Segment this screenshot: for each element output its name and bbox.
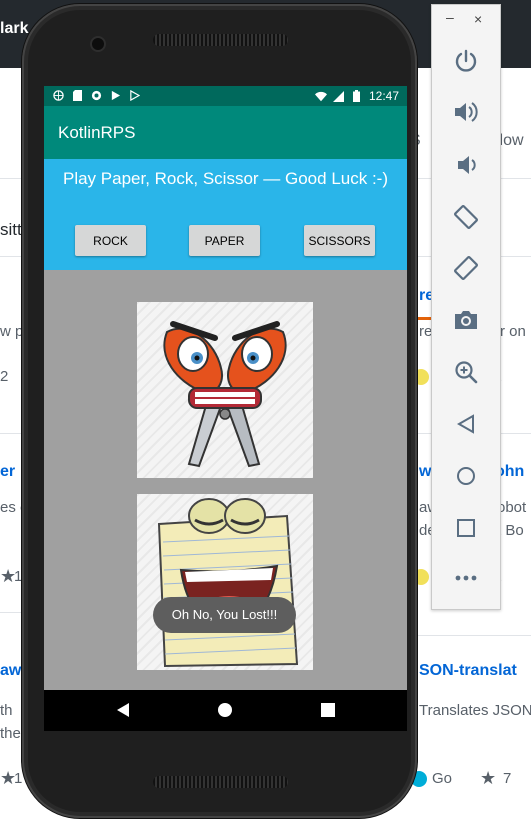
bg-desc: Translates JSON <box>419 702 531 719</box>
bg-divider <box>0 612 24 613</box>
camera-icon[interactable] <box>451 305 481 335</box>
star-icon: ★ <box>480 768 497 788</box>
zoom-icon[interactable] <box>451 357 481 387</box>
nav-back-icon[interactable] <box>111 698 135 722</box>
paper-card <box>137 494 313 670</box>
globe-icon <box>52 89 64 101</box>
phone-bezel: 12:47 KotlinRPS Play Paper, Rock, Scisso… <box>28 10 411 812</box>
power-icon[interactable] <box>451 46 481 76</box>
bg-desc: w p <box>0 323 24 340</box>
sd-card-icon <box>71 89 83 101</box>
rotate-right-icon[interactable] <box>451 253 481 283</box>
bg-repo-link[interactable]: SON-translat <box>419 662 517 680</box>
volume-up-icon[interactable] <box>451 97 481 127</box>
android-nav-bar <box>44 690 407 731</box>
top-speaker <box>153 34 288 46</box>
bg-star-count: 7 <box>503 770 512 787</box>
bottom-speaker <box>153 776 288 788</box>
game-area: Oh No, You Lost!!! <box>44 270 407 690</box>
signal-icon <box>333 90 345 102</box>
bg-desc: t Bo <box>497 522 524 539</box>
result-toast: Oh No, You Lost!!! <box>153 597 296 633</box>
bg-desc: obot <box>497 499 527 516</box>
status-bar: 12:47 <box>44 86 407 106</box>
paper-button[interactable]: PAPER <box>189 225 260 256</box>
bg-repo-link[interactable]: aw <box>0 662 21 680</box>
emulator-toolbar: – × <box>431 4 501 610</box>
overview-icon[interactable] <box>451 513 481 543</box>
back-icon[interactable] <box>451 409 481 439</box>
bg-divider <box>0 256 24 257</box>
play-store-icon <box>109 89 121 101</box>
bg-topbar-text: lark <box>0 20 29 37</box>
rotate-left-icon[interactable] <box>451 202 481 232</box>
close-button[interactable]: × <box>474 11 482 27</box>
camera-icon <box>92 38 104 50</box>
home-icon[interactable] <box>451 461 481 491</box>
app-bar: KotlinRPS <box>44 106 407 159</box>
scissors-button[interactable]: SCISSORS <box>304 225 375 256</box>
battery-icon <box>351 90 363 102</box>
app-title: KotlinRPS <box>58 123 136 142</box>
volume-down-icon[interactable] <box>451 150 481 180</box>
phone-frame: 12:47 KotlinRPS Play Paper, Rock, Scisso… <box>22 4 417 818</box>
bg-repo-link[interactable]: er <box>0 463 15 481</box>
wifi-icon <box>314 90 327 102</box>
minimize-button[interactable]: – <box>446 9 454 25</box>
game-headline: Play Paper, Rock, Scissor — Good Luck :-… <box>62 169 388 188</box>
bg-lang-label: Go <box>432 770 453 787</box>
status-time: 12:47 <box>368 89 399 103</box>
rock-button[interactable]: ROCK <box>75 225 146 256</box>
bg-count: 2 <box>0 368 9 385</box>
more-icon[interactable] <box>451 563 481 593</box>
bg-desc: th <box>0 702 13 719</box>
bg-section-heading: sitt <box>0 220 22 239</box>
bg-divider <box>0 433 24 434</box>
bg-desc: the <box>0 725 21 742</box>
device-screen: 12:47 KotlinRPS Play Paper, Rock, Scisso… <box>44 86 407 731</box>
scissors-character-icon <box>163 321 287 468</box>
record-icon <box>90 89 102 101</box>
bg-count: 1 <box>14 770 23 787</box>
nav-home-icon[interactable] <box>213 698 237 722</box>
scissors-card <box>137 302 313 478</box>
play-outline-icon <box>128 89 140 101</box>
nav-overview-icon[interactable] <box>316 698 340 722</box>
bg-repo-link[interactable]: w <box>419 463 431 481</box>
paper-character-icon <box>157 498 299 668</box>
bg-desc: r on <box>500 323 526 340</box>
controls-panel: Play Paper, Rock, Scissor — Good Luck :-… <box>44 159 407 270</box>
